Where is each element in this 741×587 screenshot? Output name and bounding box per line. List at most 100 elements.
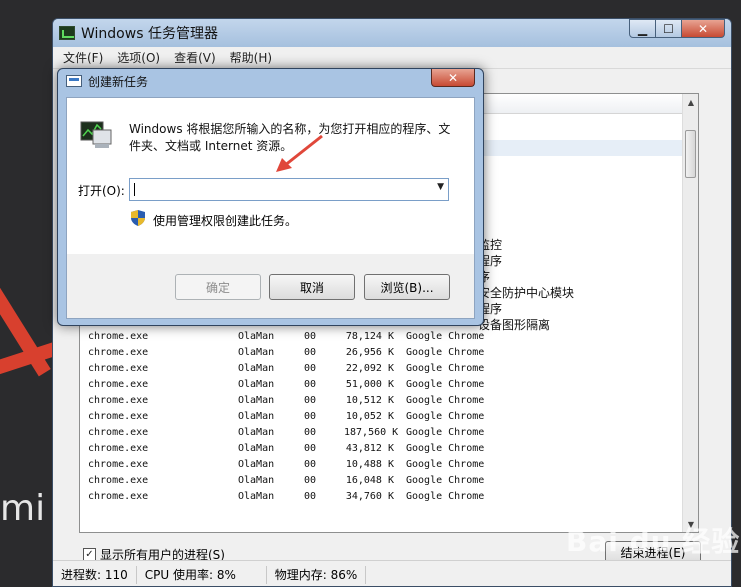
table-row[interactable]: chrome.exe OlaMan 00 78,124 K Google Chr… (80, 330, 684, 346)
cell-cpu: 00 (304, 331, 317, 342)
cell-image-name: chrome.exe (88, 427, 149, 438)
table-row[interactable]: chrome.exe OlaMan 00 16,048 K Google Chr… (80, 474, 684, 490)
cell-memory: 16,048 K (345, 475, 394, 486)
cancel-button[interactable]: 取消 (269, 274, 355, 300)
cell-image-name: chrome.exe (88, 443, 149, 454)
run-program-icon (80, 121, 112, 148)
process-count: 进程数: 110 (53, 565, 137, 584)
cell-cpu: 00 (304, 411, 317, 422)
cell-cpu: 00 (304, 491, 317, 502)
ok-button[interactable]: 确定 (175, 274, 261, 300)
cell-user: OlaMan (238, 331, 275, 342)
table-row[interactable]: chrome.exe OlaMan 00 10,488 K Google Chr… (80, 458, 684, 474)
cell-memory: 51,000 K (345, 379, 394, 390)
table-row[interactable]: chrome.exe OlaMan 00 22,092 K Google Chr… (80, 362, 684, 378)
cell-user: OlaMan (238, 363, 275, 374)
cell-user: OlaMan (238, 491, 275, 502)
menu-file[interactable]: 文件(F) (63, 49, 103, 66)
close-icon: ✕ (697, 21, 709, 36)
cell-description: Google Chrome (406, 363, 485, 374)
open-label: 打开(O): (78, 184, 125, 198)
memory-usage: 物理内存: 86% (267, 565, 367, 584)
cell-cpu: 00 (304, 347, 317, 358)
scroll-thumb[interactable] (685, 130, 696, 178)
table-row[interactable]: chrome.exe OlaMan 00 10,512 K Google Chr… (80, 394, 684, 410)
cell-description: Google Chrome (406, 411, 485, 422)
scroll-up-arrow-icon[interactable]: ▲ (683, 94, 699, 110)
maximize-button[interactable]: ☐ (655, 19, 682, 38)
cell-description: Google Chrome (406, 491, 485, 502)
cell-memory: 78,124 K (345, 331, 394, 342)
uac-shield-icon (131, 210, 145, 226)
close-icon: ✕ (447, 70, 459, 85)
window-controls: ▁ ☐ ✕ (629, 19, 725, 38)
cell-user: OlaMan (238, 459, 275, 470)
description-fragment: 安全防护中心模块 (478, 286, 575, 300)
table-row[interactable]: chrome.exe OlaMan 00 187,560 K Google Ch… (80, 426, 684, 442)
cpu-usage: CPU 使用率: 8% (137, 565, 267, 584)
cell-image-name: chrome.exe (88, 395, 149, 406)
table-row[interactable]: chrome.exe OlaMan 00 10,052 K Google Chr… (80, 410, 684, 426)
menu-options[interactable]: 选项(O) (117, 49, 160, 66)
menu-bar: 文件(F) 选项(O) 查看(V) 帮助(H) (53, 47, 731, 69)
text-caret (134, 183, 135, 196)
window-title: Windows 任务管理器 (81, 26, 218, 42)
table-row[interactable]: chrome.exe OlaMan 00 34,760 K Google Chr… (80, 490, 684, 506)
dialog-title: 创建新任务 (88, 74, 149, 89)
cell-user: OlaMan (238, 475, 275, 486)
baidu-watermark: Bai du 经验 (566, 525, 741, 558)
cell-cpu: 00 (304, 395, 317, 406)
cell-description: Google Chrome (406, 443, 485, 454)
create-new-task-dialog: 创建新任务 ✕ Windows 将根据您所输入的名称，为您打开相应的程序、文件夹… (57, 68, 484, 326)
dropdown-arrow-icon[interactable]: ▼ (437, 182, 444, 192)
annotation-arrow-icon (276, 134, 323, 172)
dialog-close-button[interactable]: ✕ (431, 69, 475, 87)
cell-user: OlaMan (238, 443, 275, 454)
cell-cpu: 00 (304, 475, 317, 486)
cell-user: OlaMan (238, 395, 275, 406)
task-manager-icon (59, 26, 75, 40)
table-row[interactable]: chrome.exe OlaMan 00 26,956 K Google Chr… (80, 346, 684, 362)
table-row[interactable]: chrome.exe OlaMan 00 43,812 K Google Chr… (80, 442, 684, 458)
cell-cpu: 00 (304, 427, 317, 438)
cell-user: OlaMan (238, 411, 275, 422)
cell-description: Google Chrome (406, 475, 485, 486)
admin-privilege-note: 使用管理权限创建此任务。 (153, 214, 298, 228)
cell-description: Google Chrome (406, 427, 485, 438)
minimize-button[interactable]: ▁ (629, 19, 656, 38)
dialog-title-bar[interactable]: 创建新任务 ✕ (58, 69, 483, 93)
cell-cpu: 00 (304, 363, 317, 374)
cell-memory: 10,512 K (345, 395, 394, 406)
status-bar: 进程数: 110 CPU 使用率: 8% 物理内存: 86% (53, 560, 731, 586)
cell-description: Google Chrome (406, 459, 485, 470)
cell-image-name: chrome.exe (88, 491, 149, 502)
cell-image-name: chrome.exe (88, 459, 149, 470)
cell-description: Google Chrome (406, 395, 485, 406)
cell-image-name: chrome.exe (88, 411, 149, 422)
cell-description: Google Chrome (406, 347, 485, 358)
cell-image-name: chrome.exe (88, 475, 149, 486)
open-combobox[interactable]: ▼ (129, 178, 449, 201)
cell-image-name: chrome.exe (88, 331, 149, 342)
cell-user: OlaMan (238, 379, 275, 390)
browse-button[interactable]: 浏览(B)... (364, 274, 450, 300)
table-row[interactable]: chrome.exe OlaMan 00 51,000 K Google Chr… (80, 378, 684, 394)
cell-user: OlaMan (238, 347, 275, 358)
cell-memory: 187,560 K (344, 427, 399, 438)
cell-memory: 43,812 K (345, 443, 394, 454)
background-text: mi (0, 488, 46, 529)
maximize-icon: ☐ (663, 21, 674, 36)
vertical-scrollbar[interactable]: ▲ ▼ (682, 94, 698, 532)
cell-cpu: 00 (304, 379, 317, 390)
cell-memory: 26,956 K (345, 347, 394, 358)
cell-cpu: 00 (304, 443, 317, 454)
cell-memory: 10,052 K (345, 411, 394, 422)
cell-description: Google Chrome (406, 331, 485, 342)
cell-user: OlaMan (238, 427, 275, 438)
close-button[interactable]: ✕ (681, 19, 725, 38)
menu-view[interactable]: 查看(V) (174, 49, 216, 66)
menu-help[interactable]: 帮助(H) (230, 49, 272, 66)
title-bar[interactable]: Windows 任务管理器 ▁ ☐ ✕ (53, 19, 731, 47)
cell-memory: 22,092 K (345, 363, 394, 374)
cell-memory: 10,488 K (345, 459, 394, 470)
